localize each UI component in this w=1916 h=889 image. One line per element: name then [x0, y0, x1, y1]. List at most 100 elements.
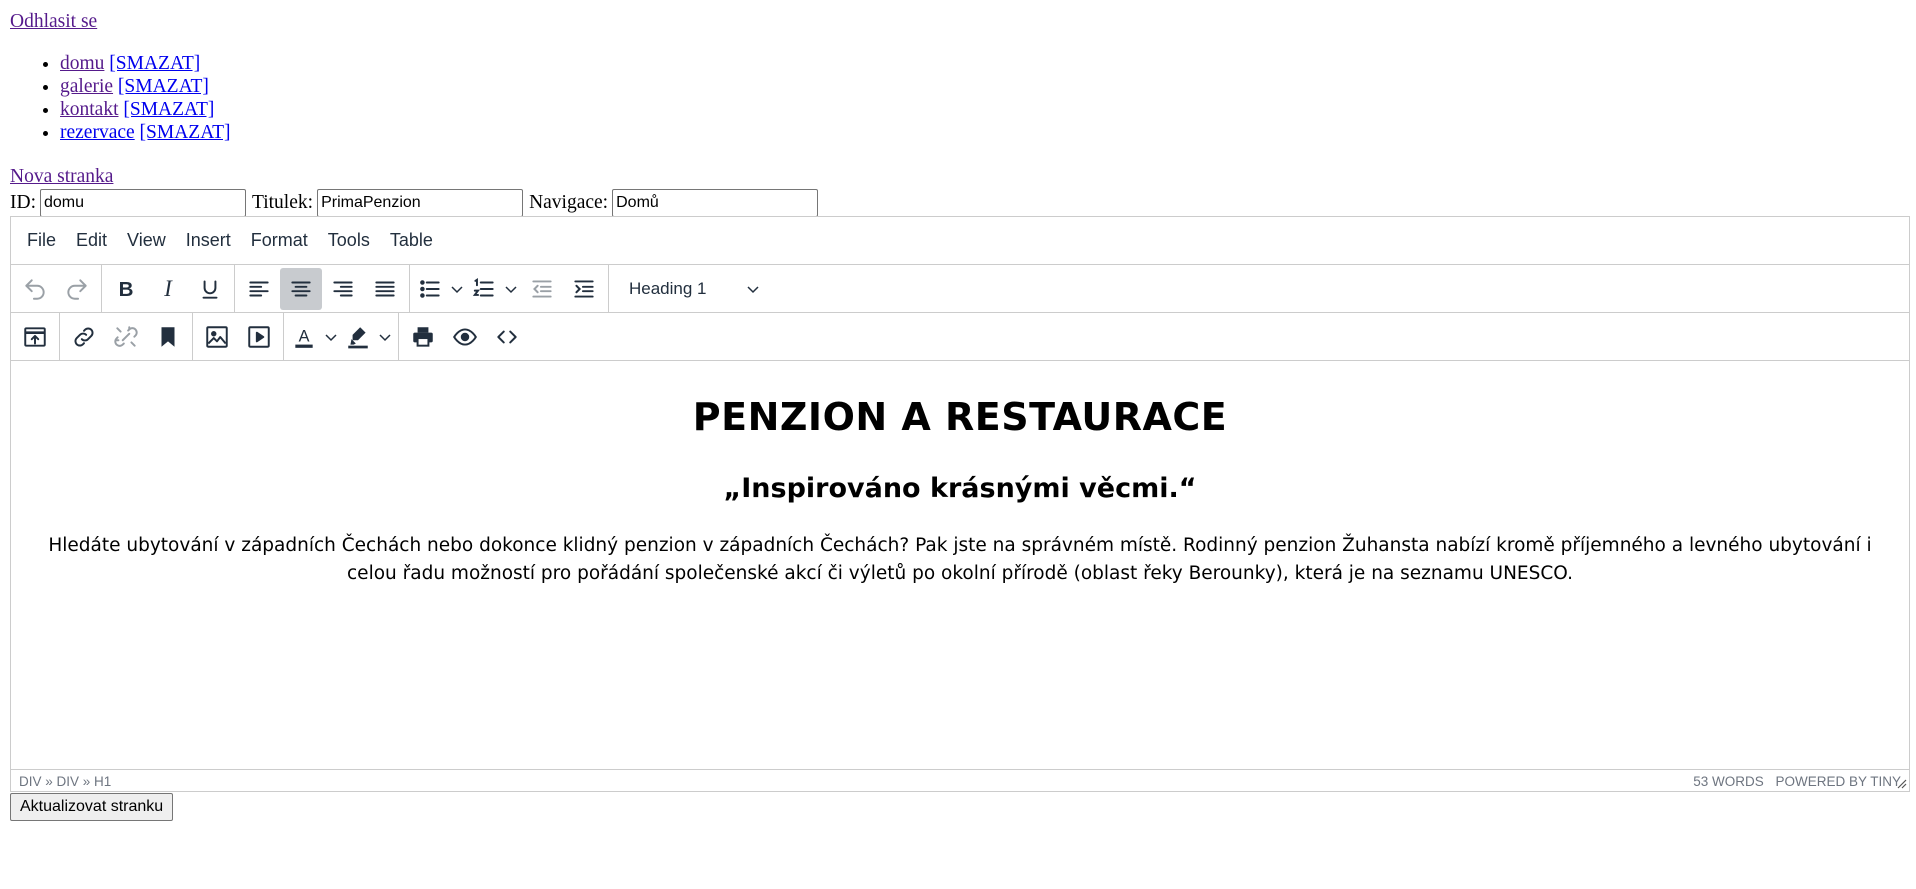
- media-group: [193, 313, 284, 360]
- redo-icon: [67, 278, 87, 300]
- bold-icon: B: [119, 278, 134, 301]
- title-input[interactable]: [317, 189, 524, 217]
- history-group: [11, 265, 102, 312]
- link-icon: [74, 327, 94, 346]
- indent-icon: [574, 279, 594, 298]
- menu-table[interactable]: Table: [380, 230, 443, 251]
- update-page-button[interactable]: Aktualizovat stranku: [10, 793, 174, 821]
- print-button[interactable]: [402, 316, 444, 358]
- outdent-button[interactable]: [521, 268, 563, 310]
- align-center-button[interactable]: [280, 267, 322, 310]
- align-justify-button[interactable]: [364, 268, 406, 310]
- page-list: domu [SMAZAT] galerie [SMAZAT] kontakt […: [10, 52, 231, 144]
- numbered-list-icon: [472, 277, 494, 296]
- media-button[interactable]: [238, 316, 280, 358]
- align-right-button[interactable]: [322, 268, 364, 310]
- upload-icon: [24, 326, 46, 347]
- chevron-down-icon: [505, 285, 517, 293]
- resize-handle-icon[interactable]: [1895, 777, 1907, 789]
- delete-link-galerie[interactable]: [SMAZAT]: [118, 76, 209, 97]
- indent-button[interactable]: [563, 268, 605, 310]
- rich-text-editor: File Edit View Insert Format Tools Table…: [10, 216, 1910, 792]
- align-right-icon: [333, 281, 353, 296]
- link-group: [60, 313, 193, 360]
- content-subheading: „Inspirováno krásnými věcmi.“: [723, 473, 1197, 504]
- align-left-icon: [249, 281, 269, 296]
- preview-icon: [453, 327, 477, 346]
- title-label: Titulek:: [252, 192, 314, 213]
- source-code-button[interactable]: [486, 316, 528, 358]
- block-format-value: Heading 1: [629, 278, 707, 298]
- highlight-icon: [348, 326, 368, 348]
- editor-statusbar: DIV » DIV » H1 53 WORDS POWERED BY TINY: [11, 770, 1909, 792]
- underline-button[interactable]: [189, 268, 231, 310]
- color-group: A: [284, 313, 399, 360]
- page-link-galerie[interactable]: galerie: [60, 76, 113, 97]
- underline-icon: [202, 279, 218, 299]
- powered-by-link[interactable]: POWERED BY TINY: [1775, 774, 1901, 789]
- align-justify-icon: [375, 281, 395, 296]
- chevron-down-icon: [451, 285, 463, 293]
- image-button[interactable]: [196, 316, 238, 358]
- bullet-list-button[interactable]: [413, 268, 467, 310]
- nav-input[interactable]: [612, 189, 819, 217]
- editor-content-area[interactable]: PENZION A RESTAURACE „Inspirováno krásný…: [11, 361, 1909, 770]
- delete-link-kontakt[interactable]: [SMAZAT]: [123, 99, 214, 120]
- media-icon: [248, 325, 270, 348]
- element-path[interactable]: DIV » DIV » H1: [19, 774, 111, 789]
- list-item: kontakt [SMAZAT]: [60, 98, 231, 121]
- block-format-group: Heading 1: [609, 265, 778, 312]
- menu-file[interactable]: File: [17, 230, 66, 251]
- italic-button[interactable]: I: [147, 268, 189, 310]
- menu-edit[interactable]: Edit: [66, 230, 117, 251]
- id-label: ID:: [10, 192, 36, 213]
- id-input[interactable]: [40, 189, 246, 217]
- content-paragraph: Hledáte ubytování v západních Čechách ne…: [48, 535, 1872, 584]
- nav-label: Navigace:: [529, 192, 609, 213]
- block-format-dropdown[interactable]: Heading 1: [615, 269, 775, 309]
- page-fields: ID: Titulek: Navigace:: [10, 188, 824, 218]
- page-link-kontakt[interactable]: kontakt: [60, 99, 119, 120]
- numbered-list-button[interactable]: [467, 268, 521, 310]
- bookmark-button[interactable]: [147, 316, 189, 358]
- upload-button[interactable]: [14, 316, 56, 358]
- page-link-rezervace[interactable]: rezervace: [60, 122, 135, 143]
- bullet-list-icon: [420, 279, 440, 298]
- delete-link-rezervace[interactable]: [SMAZAT]: [140, 122, 231, 143]
- menu-tools[interactable]: Tools: [318, 230, 380, 251]
- link-button[interactable]: [63, 316, 105, 358]
- bold-button[interactable]: B: [105, 268, 147, 310]
- text-color-button[interactable]: A: [287, 316, 341, 358]
- menu-view[interactable]: View: [117, 230, 176, 251]
- print-icon: [413, 326, 433, 347]
- align-center-icon: [291, 281, 311, 296]
- italic-icon: I: [163, 276, 173, 301]
- delete-link-domu[interactable]: [SMAZAT]: [109, 53, 200, 74]
- list-item: galerie [SMAZAT]: [60, 75, 231, 98]
- upload-group: [11, 313, 60, 360]
- code-icon: [497, 330, 517, 343]
- unlink-button[interactable]: [105, 316, 147, 358]
- word-count[interactable]: 53 WORDS: [1693, 774, 1764, 789]
- undo-button[interactable]: [14, 268, 56, 310]
- editor-toolbar-primary: B I Heading 1: [11, 265, 1909, 313]
- preview-button[interactable]: [444, 316, 486, 358]
- chevron-down-icon: [379, 333, 391, 341]
- undo-icon: [25, 278, 45, 300]
- view-group: [399, 313, 531, 360]
- outdent-icon: [532, 279, 552, 298]
- text-color-icon: A: [295, 327, 313, 348]
- content-heading: PENZION A RESTAURACE: [692, 395, 1228, 439]
- logout-link[interactable]: Odhlasit se: [10, 10, 97, 34]
- alignment-group: [235, 265, 410, 312]
- editor-menubar: File Edit View Insert Format Tools Table: [11, 217, 1909, 265]
- new-page-link[interactable]: Nova stranka: [10, 165, 113, 189]
- align-left-button[interactable]: [238, 268, 280, 310]
- page-link-domu[interactable]: domu: [60, 53, 104, 74]
- highlight-button[interactable]: [341, 316, 395, 358]
- menu-insert[interactable]: Insert: [176, 230, 241, 251]
- menu-format[interactable]: Format: [241, 230, 318, 251]
- redo-button[interactable]: [56, 268, 98, 310]
- list-item: domu [SMAZAT]: [60, 52, 231, 75]
- svg-text:I: I: [163, 276, 173, 301]
